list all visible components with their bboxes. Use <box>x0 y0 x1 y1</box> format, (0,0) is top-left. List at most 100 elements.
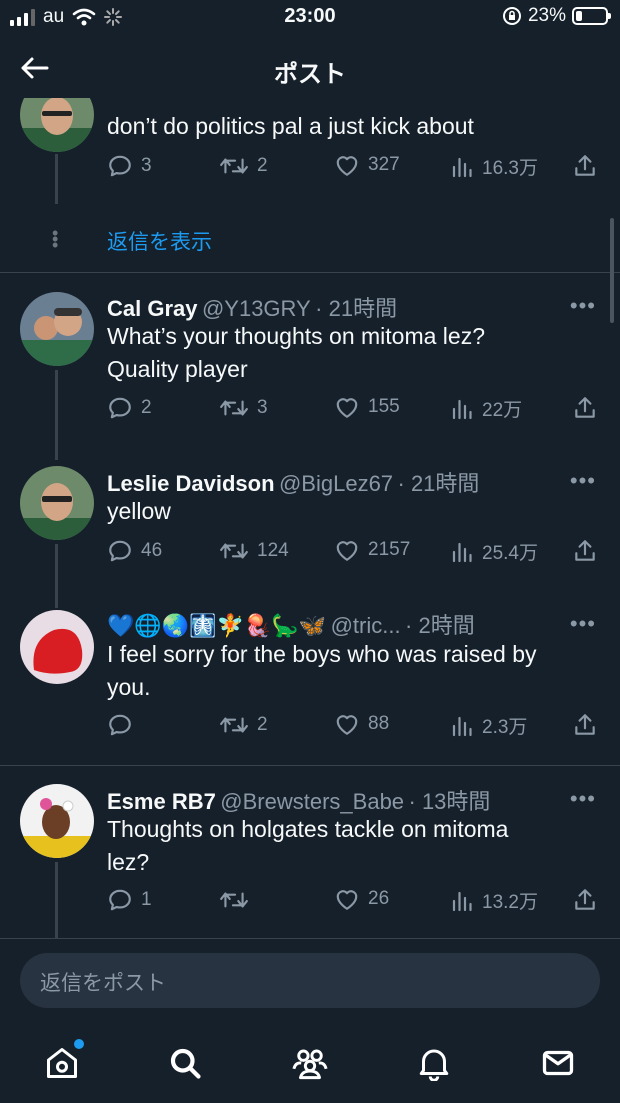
avatar[interactable] <box>20 466 94 540</box>
like-button[interactable]: 2157 <box>334 538 410 562</box>
thread-line <box>55 154 58 204</box>
tweet-text: Thoughts on holgates tackle on mitoma le… <box>107 816 509 875</box>
reply-button[interactable]: 2 <box>107 395 152 421</box>
reply-icon <box>109 540 131 562</box>
share-button[interactable] <box>572 887 598 913</box>
author-handle[interactable]: @Y13GRY <box>202 296 311 321</box>
tab-communities[interactable] <box>290 1043 330 1083</box>
retweet-icon <box>220 717 248 733</box>
share-button[interactable] <box>572 712 598 738</box>
reply-button[interactable]: 46 <box>107 538 162 564</box>
views-button[interactable]: 2.3万 <box>450 712 527 739</box>
views-icon <box>452 891 472 911</box>
rotation-lock-icon <box>502 7 521 25</box>
divider <box>0 938 620 939</box>
tab-messages[interactable] <box>538 1043 578 1083</box>
like-button[interactable]: 155 <box>334 395 400 419</box>
views-button[interactable]: 22万 <box>450 395 522 422</box>
like-icon <box>336 398 358 418</box>
like-icon <box>336 890 358 910</box>
like-button[interactable]: 26 <box>334 887 389 911</box>
like-icon <box>336 541 358 561</box>
tweet-time: · 13時間 <box>408 789 491 814</box>
retweet-button[interactable]: 2 <box>219 712 268 738</box>
avatar[interactable] <box>20 784 94 858</box>
tweet-header: Leslie Davidson @BigLez67 · 21時間 <box>107 466 560 498</box>
author-handle[interactable]: @tric... <box>331 613 401 638</box>
author-name[interactable]: Cal Gray <box>107 296 198 321</box>
share-button[interactable] <box>572 538 598 564</box>
battery-icon <box>572 7 611 25</box>
search-icon <box>170 1048 201 1079</box>
show-replies-link[interactable]: 返信を表示 <box>107 226 212 256</box>
scrollbar[interactable] <box>610 218 614 323</box>
page-title: ポスト <box>274 61 346 88</box>
like-icon <box>336 156 358 176</box>
author-name[interactable]: Leslie Davidson <box>107 471 275 496</box>
reply-input[interactable]: 返信をポスト <box>20 953 600 1008</box>
tweet-actions: 1 26 13.2万 <box>107 887 602 917</box>
retweet-button[interactable]: 2 <box>219 153 268 179</box>
battery-percent: 23% <box>527 5 566 26</box>
more-options-button[interactable]: ••• <box>570 293 596 319</box>
views-icon <box>452 542 472 562</box>
avatar[interactable] <box>20 610 94 684</box>
tweet-time: · 2時間 <box>405 613 475 638</box>
author-name[interactable]: Esme RB7 <box>107 789 216 814</box>
tab-home[interactable] <box>42 1039 84 1083</box>
tweet-actions: 2 3 155 22万 <box>107 395 602 425</box>
author-name[interactable]: 💙🌐🌏🩻🧚🪼🦕🦋 <box>107 613 326 638</box>
like-button[interactable]: 327 <box>334 153 400 177</box>
views-button[interactable]: 25.4万 <box>450 538 538 565</box>
retweet-button[interactable]: 3 <box>219 395 268 421</box>
author-handle[interactable]: @BigLez67 <box>279 471 393 496</box>
tab-search[interactable] <box>165 1043 205 1083</box>
retweet-icon <box>220 543 248 559</box>
share-button[interactable] <box>572 153 598 179</box>
status-bar: au 23:00 23% <box>0 0 620 36</box>
tweet-actions: 2 88 2.3万 <box>107 712 602 742</box>
share-icon <box>575 155 595 176</box>
tweet-time: · 21時間 <box>397 471 480 496</box>
tweet-text: yellow <box>107 498 171 524</box>
share-button[interactable] <box>572 395 598 421</box>
tweet-actions: 46 124 2157 25.4万 <box>107 538 602 568</box>
header: ポスト <box>0 40 620 98</box>
reply-button[interactable]: 1 <box>107 887 152 913</box>
avatar[interactable] <box>20 98 94 152</box>
tweet-header: Cal Gray @Y13GRY · 21時間 <box>107 291 560 323</box>
author-handle[interactable]: @Brewsters_Babe <box>220 789 404 814</box>
reply-icon <box>109 714 131 736</box>
reply-button[interactable]: 3 <box>107 153 152 179</box>
tweet-header: Esme RB7 @Brewsters_Babe · 13時間 <box>107 784 560 816</box>
thread-line <box>55 544 58 608</box>
tab-notifications[interactable] <box>414 1043 454 1083</box>
tweet-text: What’s your thoughts on mitoma lez? Qual… <box>107 323 485 382</box>
reply-feed[interactable]: don’t do politics pal a just kick about … <box>0 98 620 938</box>
like-icon <box>336 715 358 735</box>
reply-icon <box>109 397 131 419</box>
bottom-tab-bar <box>0 1025 620 1103</box>
communities-icon <box>292 1049 328 1080</box>
thread-line <box>55 370 58 460</box>
views-button[interactable]: 13.2万 <box>450 887 538 914</box>
reply-button[interactable] <box>107 712 141 738</box>
views-icon <box>452 716 472 736</box>
reply-icon <box>109 155 131 177</box>
more-options-button[interactable]: ••• <box>570 786 596 812</box>
tweet-text: don’t do politics pal a just kick about <box>107 113 474 139</box>
divider <box>0 272 620 273</box>
more-options-button[interactable]: ••• <box>570 468 596 494</box>
share-icon <box>575 889 595 910</box>
avatar[interactable] <box>20 292 94 366</box>
more-options-button[interactable]: ••• <box>570 611 596 637</box>
retweet-icon <box>220 400 248 416</box>
messages-icon <box>542 1050 574 1076</box>
tweet-header: 💙🌐🌏🩻🧚🪼🦕🦋 @tric... · 2時間 <box>107 608 560 640</box>
home-icon <box>47 1048 77 1078</box>
views-button[interactable]: 16.3万 <box>450 153 538 180</box>
reply-icon <box>109 889 131 911</box>
retweet-button[interactable]: 124 <box>219 538 289 564</box>
like-button[interactable]: 88 <box>334 712 389 736</box>
retweet-button[interactable] <box>219 887 257 913</box>
